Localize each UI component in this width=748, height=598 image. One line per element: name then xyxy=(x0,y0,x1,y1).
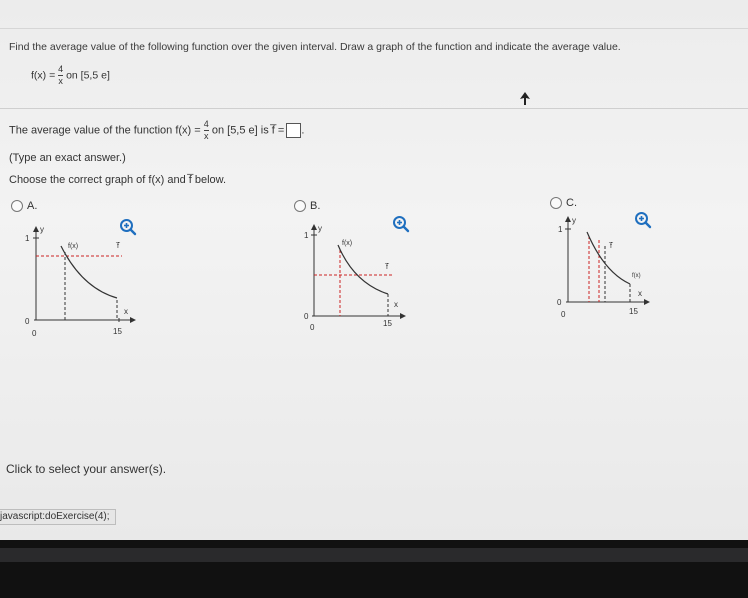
graph-b-x-axis-label: x xyxy=(394,300,398,309)
graph-a-y-axis-label: y xyxy=(40,225,44,234)
graph-c-origin-y: 0 xyxy=(557,298,562,307)
option-a[interactable]: A. xyxy=(11,200,38,213)
graph-b-origin-y: 0 xyxy=(304,312,309,321)
question-denominator: x xyxy=(203,130,209,141)
graph-c-origin-x: 0 xyxy=(561,310,566,319)
graph-b-y-tick: 1 xyxy=(304,231,309,240)
question-numerator: 4 xyxy=(203,119,209,129)
graph-b-fbar-label: f̅ xyxy=(384,263,390,271)
question-prefix: The average value of the function f(x) = xyxy=(9,124,201,137)
option-c[interactable]: C. xyxy=(550,197,577,210)
radio-icon[interactable] xyxy=(294,200,306,213)
graph-a: y 1 f(x) f̅ x 0 0 15 xyxy=(25,225,136,338)
graph-c-y-tick: 1 xyxy=(558,225,563,234)
function-fraction: 4 x xyxy=(58,64,64,87)
graph-b-y-axis-label: y xyxy=(318,224,322,233)
section-divider xyxy=(0,108,748,109)
graph-c: y 1 f̅ f(x) x 0 0 15 xyxy=(557,216,650,319)
graph-c-fx-label: f(x) xyxy=(632,273,641,279)
radio-icon[interactable] xyxy=(550,197,562,210)
graph-a-x-tick: 15 xyxy=(113,327,122,336)
graph-c-fbar-label: f̅ xyxy=(608,242,614,250)
graph-a-x-axis-label: x xyxy=(124,307,128,316)
radio-icon[interactable] xyxy=(11,200,23,213)
function-definition: f(x) = 4 x on [5,5 e] xyxy=(31,64,110,87)
graph-a-fx-label: f(x) xyxy=(68,243,78,250)
question-suffix: on [5,5 e] is f̅ = xyxy=(211,124,285,137)
question-period: . xyxy=(301,124,305,137)
top-divider xyxy=(0,28,748,29)
status-bar-url: javascript:doExercise(4); xyxy=(0,509,117,525)
fraction-numerator: 4 xyxy=(58,64,64,74)
graph-b-x-tick: 15 xyxy=(383,319,392,328)
graph-a-origin-x: 0 xyxy=(32,329,37,338)
app-screen: Find the average value of the following … xyxy=(0,0,748,541)
graph-c-y-axis-label: y xyxy=(572,216,576,225)
graph-b-fx-label: f(x) xyxy=(342,240,352,247)
function-lhs: f(x) = xyxy=(31,69,56,82)
select-answer-prompt: Click to select your answer(s). xyxy=(6,462,167,476)
graph-a-fbar-label: f̅ xyxy=(115,242,121,250)
graph-a-y-tick: 1 xyxy=(25,234,30,243)
option-b-label: B. xyxy=(310,200,321,212)
choose-graph-prompt: Choose the correct graph of f(x) and f̅ … xyxy=(9,174,227,186)
function-interval: on [5,5 e] xyxy=(66,69,110,82)
option-b[interactable]: B. xyxy=(294,200,321,213)
option-c-label: C. xyxy=(566,197,577,209)
graph-b: y 1 f(x) f̅ x 0 0 15 xyxy=(304,224,406,332)
graph-b-origin-x: 0 xyxy=(310,323,315,332)
graph-c-x-axis-label: x xyxy=(638,289,642,298)
question-fraction: 4 x xyxy=(203,119,209,142)
answer-input[interactable] xyxy=(286,123,302,138)
graph-c-x-tick: 15 xyxy=(629,307,638,316)
monitor-bezel-highlight xyxy=(0,548,748,562)
instructions: Find the average value of the following … xyxy=(9,41,621,53)
option-a-label: A. xyxy=(27,200,38,212)
graph-a-origin-y: 0 xyxy=(25,317,30,326)
answer-hint: (Type an exact answer.) xyxy=(9,152,126,164)
question-line: The average value of the function f(x) =… xyxy=(9,119,304,142)
fraction-denominator: x xyxy=(58,75,64,86)
